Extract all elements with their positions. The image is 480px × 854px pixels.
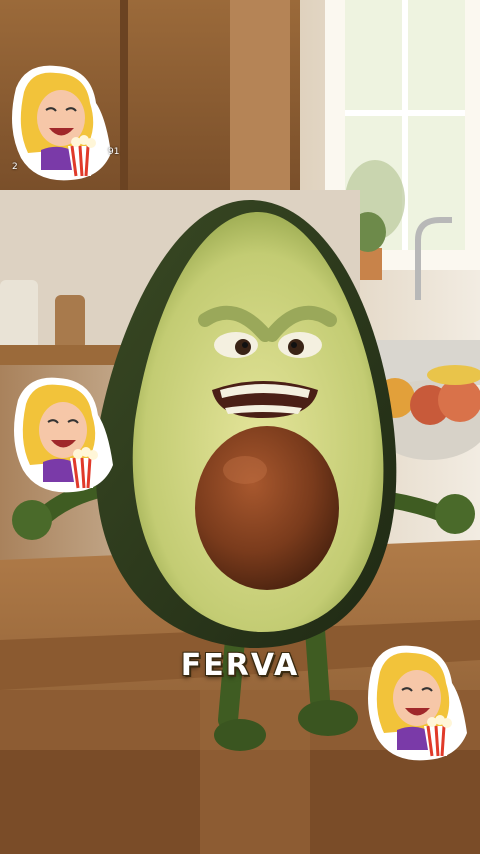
sticker-count-left: 2 (12, 162, 18, 172)
caption-text: FERVA (180, 648, 300, 683)
woman-with-popcorn-sticker (14, 377, 113, 493)
woman-with-popcorn-sticker (12, 65, 111, 181)
sticker-count-right: 91 (108, 147, 120, 157)
